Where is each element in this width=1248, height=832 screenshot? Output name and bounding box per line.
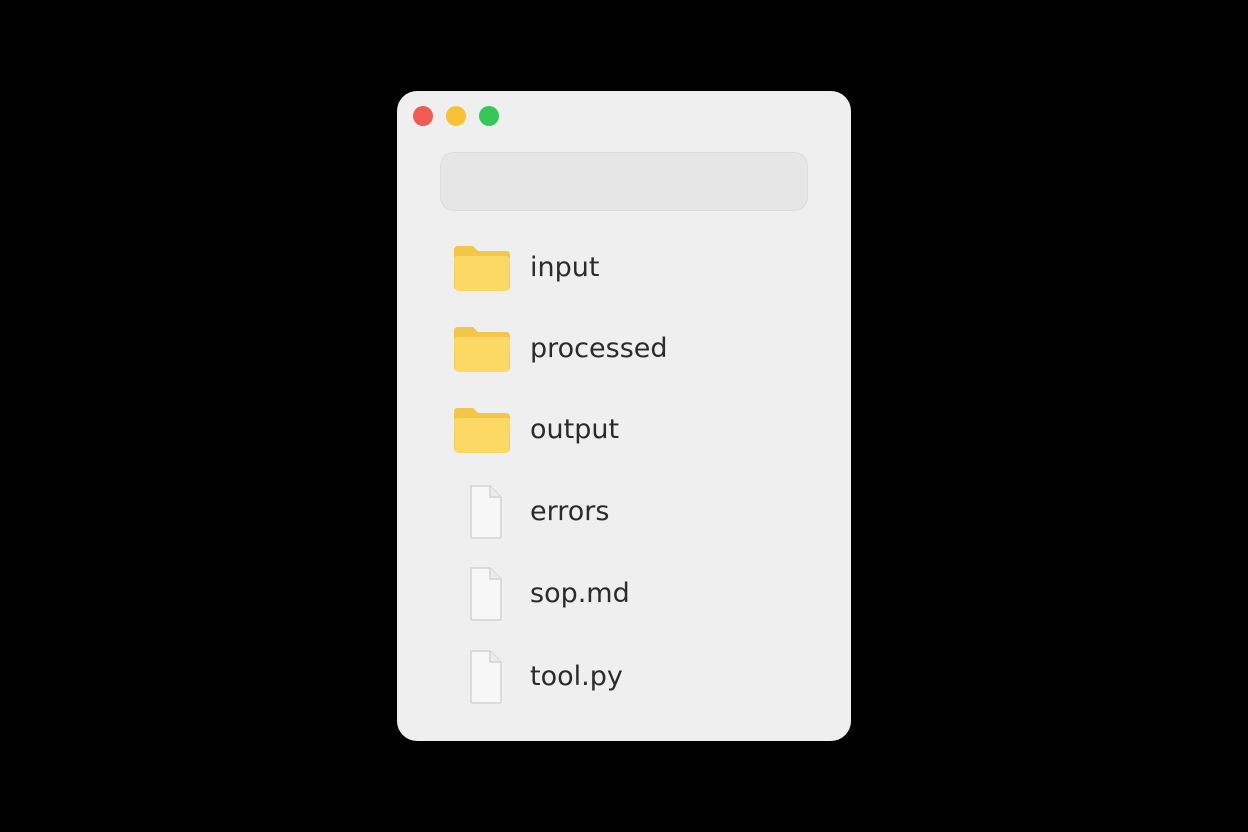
search-input[interactable] xyxy=(440,152,808,211)
file-name-label: sop.md xyxy=(530,578,630,609)
minimize-window-button[interactable] xyxy=(446,106,466,126)
file-name-label: input xyxy=(530,252,600,283)
file-row-processed[interactable]: processed xyxy=(440,317,810,381)
file-name-label: errors xyxy=(530,496,610,527)
file-row-sop-md[interactable]: sop.md xyxy=(440,562,810,626)
file-name-label: processed xyxy=(530,333,668,364)
file-row-input[interactable]: input xyxy=(440,236,810,300)
folder-icon xyxy=(454,327,510,372)
file-name-label: tool.py xyxy=(530,661,623,692)
file-row-tool-py[interactable]: tool.py xyxy=(440,645,810,709)
document-icon xyxy=(470,567,502,621)
document-icon xyxy=(470,650,502,704)
file-name-label: output xyxy=(530,414,620,445)
file-row-output[interactable]: output xyxy=(440,398,810,462)
folder-icon xyxy=(454,246,510,291)
file-row-errors[interactable]: errors xyxy=(440,480,810,544)
zoom-window-button[interactable] xyxy=(479,106,499,126)
close-window-button[interactable] xyxy=(413,106,433,126)
document-icon xyxy=(470,485,502,539)
folder-icon xyxy=(454,408,510,453)
